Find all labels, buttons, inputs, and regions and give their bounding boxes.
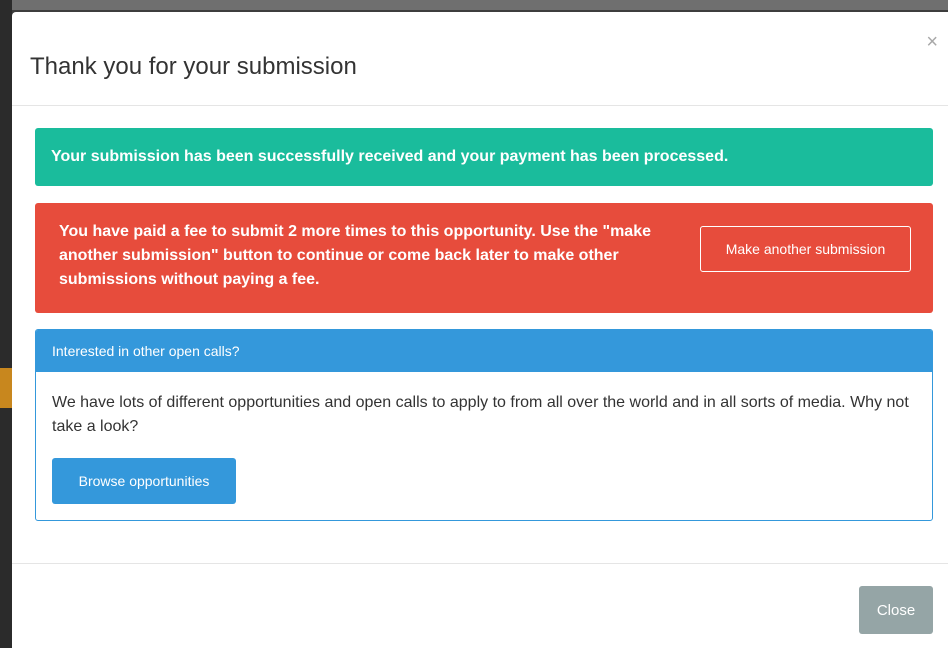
fee-alert-text: You have paid a fee to submit 2 more tim…: [59, 223, 651, 288]
make-another-submission-button[interactable]: Make another submission: [700, 226, 911, 272]
modal-footer: Close: [12, 563, 948, 648]
close-icon[interactable]: ×: [926, 32, 938, 52]
success-alert: Your submission has been successfully re…: [35, 128, 933, 186]
modal-title: Thank you for your submission: [30, 53, 357, 80]
browse-opportunities-button[interactable]: Browse opportunities: [52, 458, 236, 504]
background-page-edge: [0, 0, 12, 648]
modal-header: Thank you for your submission ×: [12, 12, 948, 106]
success-alert-text: Your submission has been successfully re…: [51, 148, 729, 165]
panel-body-text: We have lots of different opportunities …: [52, 394, 909, 435]
background-top-edge: [12, 0, 948, 10]
submission-modal: Thank you for your submission × Your sub…: [12, 12, 948, 648]
background-accent-strip: [0, 368, 12, 408]
open-calls-panel: Interested in other open calls? We have …: [35, 329, 933, 521]
fee-alert: You have paid a fee to submit 2 more tim…: [35, 203, 933, 313]
panel-heading: Interested in other open calls?: [36, 330, 932, 372]
close-button[interactable]: Close: [859, 586, 933, 634]
